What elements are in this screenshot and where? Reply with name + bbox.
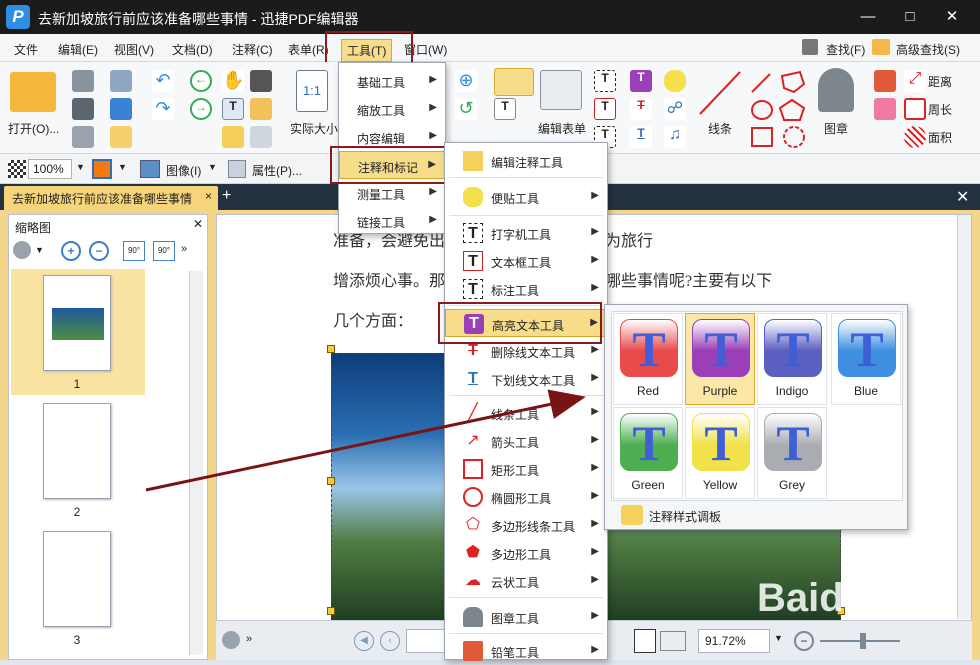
annotation-arrow [145, 389, 586, 492]
